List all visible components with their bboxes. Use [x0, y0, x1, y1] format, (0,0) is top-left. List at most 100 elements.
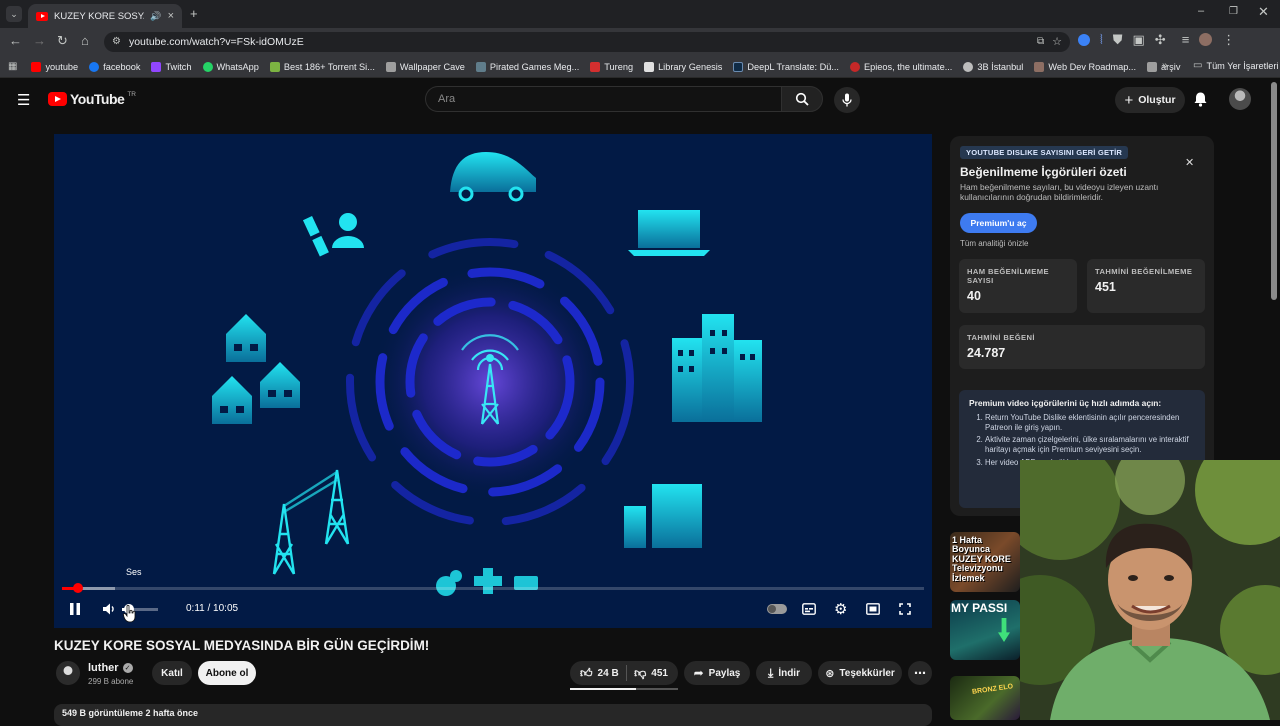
- home-icon[interactable]: ⌂: [81, 34, 89, 47]
- bookmark-item[interactable]: Wallpaper Cave: [385, 61, 465, 72]
- voice-search-button[interactable]: [834, 87, 860, 113]
- open-premium-button[interactable]: Premium'u aç: [960, 213, 1037, 233]
- shield-icon[interactable]: ⛊: [1113, 33, 1123, 46]
- site-info-icon[interactable]: ⚙: [112, 37, 121, 47]
- bookmark-label: 3B İstanbul: [977, 61, 1024, 72]
- tab-title: KUZEY KORE SOSYAL MEDY: [54, 10, 144, 22]
- address-bar[interactable]: ⚙ youtube.com/watch?v=FSk-idOMUzE ⧉ ☆: [104, 32, 1070, 52]
- bookmark-favicon-icon: [644, 61, 655, 72]
- settings-gear-icon[interactable]: ⚙: [834, 600, 847, 618]
- account-avatar[interactable]: [1229, 88, 1251, 110]
- kebab-menu-icon[interactable]: ⋮: [1222, 33, 1235, 46]
- search-input[interactable]: [436, 92, 781, 106]
- steps-title: Premium video içgörülerini üç hızlı adım…: [969, 398, 1162, 408]
- share-button[interactable]: ➦ Paylaş: [684, 661, 750, 685]
- back-icon[interactable]: ←: [9, 34, 22, 47]
- logo-text: YouTube: [70, 91, 125, 107]
- recommended-thumbnail[interactable]: MY PASSI: [950, 600, 1020, 660]
- bookmark-item[interactable]: Web Dev Roadmap...: [1034, 61, 1136, 72]
- autoplay-toggle[interactable]: [767, 604, 787, 614]
- apps-grid-icon[interactable]: ▦: [8, 61, 17, 72]
- url-text[interactable]: youtube.com/watch?v=FSk-idOMUzE: [129, 36, 1029, 48]
- pause-icon[interactable]: [69, 602, 81, 616]
- bookmark-item[interactable]: Best 186+ Torrent Si...: [269, 61, 375, 72]
- bookmark-item[interactable]: DeepL Translate: Dü...: [733, 61, 839, 72]
- close-window-icon[interactable]: ✕: [1258, 5, 1269, 18]
- search-icon: [795, 92, 809, 106]
- bookmark-label: Tureng: [604, 61, 634, 72]
- bookmark-item[interactable]: 3B İstanbul: [963, 61, 1024, 72]
- youtube-logo[interactable]: YouTube TR: [48, 91, 136, 107]
- channel-name-row[interactable]: luther ✓: [88, 662, 133, 674]
- download-icon: ⤓: [768, 665, 774, 680]
- join-button[interactable]: Katıl: [152, 661, 192, 685]
- bookmark-star-icon[interactable]: ☆: [1052, 36, 1062, 48]
- bookmark-item[interactable]: Epieos, the ultimate...: [850, 61, 952, 72]
- thumbnail-text: BRONZ ELO: [971, 683, 1014, 696]
- search-box[interactable]: [425, 86, 781, 112]
- extension-icon[interactable]: ▣: [1132, 33, 1144, 46]
- hamburger-menu-icon[interactable]: ☰: [17, 91, 30, 109]
- volume-icon[interactable]: [102, 602, 116, 616]
- captions-icon[interactable]: [802, 603, 816, 615]
- subscribe-button[interactable]: Abone ol: [198, 661, 256, 685]
- page-scrollbar[interactable]: [1271, 82, 1277, 300]
- extension-icon[interactable]: ⦚: [1100, 33, 1103, 46]
- bookmark-item[interactable]: Library Genesis: [644, 61, 723, 72]
- tab-youtube[interactable]: KUZEY KORE SOSYAL MEDY 🔊 ×: [28, 4, 182, 28]
- fullscreen-icon[interactable]: [899, 603, 911, 615]
- bookmark-item[interactable]: Tureng: [590, 61, 634, 72]
- reload-icon[interactable]: ↻: [57, 34, 68, 47]
- extension-icon[interactable]: [1078, 33, 1090, 46]
- bookmarks-bar: ▦ youtube facebook Twitch WhatsApp Best …: [0, 56, 1280, 78]
- search-button[interactable]: [781, 86, 823, 112]
- bookmark-item[interactable]: youtube: [31, 61, 78, 72]
- thanks-button[interactable]: ⊛ Teşekkürler: [818, 661, 902, 685]
- channel-name[interactable]: luther: [88, 662, 119, 674]
- audio-playing-icon[interactable]: 🔊: [150, 11, 161, 21]
- bookmark-favicon-icon: [733, 61, 744, 72]
- like-button[interactable]: 👍︎ 24 B: [580, 666, 619, 681]
- description-box[interactable]: 549 B görüntüleme 2 hafta önce: [54, 704, 932, 726]
- channel-avatar[interactable]: [56, 661, 80, 685]
- cast-icon[interactable]: ⧉: [1037, 37, 1044, 47]
- bookmark-item[interactable]: facebook: [89, 61, 140, 72]
- recommended-thumbnail[interactable]: 1 Hafta Boyunca KUZEY KORE Televizyonu İ…: [950, 532, 1020, 592]
- all-bookmarks-folder[interactable]: ▭ Tüm Yer İşaretleri: [1193, 61, 1278, 72]
- maximize-icon[interactable]: ❐: [1229, 7, 1238, 17]
- more-actions-button[interactable]: ⋯: [908, 661, 932, 685]
- profile-avatar[interactable]: [1199, 33, 1213, 46]
- verified-check-icon: ✓: [122, 663, 133, 673]
- new-tab-icon[interactable]: +: [190, 7, 198, 20]
- bookmark-label: Library Genesis: [658, 61, 723, 72]
- bookmarks-overflow-icon[interactable]: »: [1162, 61, 1168, 71]
- minimize-icon[interactable]: –: [1198, 6, 1204, 17]
- close-icon[interactable]: ✕: [1185, 156, 1194, 169]
- bookmark-favicon-icon: [1147, 61, 1158, 72]
- bookmark-favicon-icon: [850, 61, 860, 72]
- stat-value: 451: [1095, 280, 1116, 295]
- close-tab-icon[interactable]: ×: [168, 10, 174, 22]
- like-count: 24 B: [597, 667, 619, 679]
- reading-list-icon[interactable]: ≡: [1182, 33, 1190, 46]
- panel-description: Ham beğenilmeme sayıları, bu videoyu izl…: [960, 182, 1159, 203]
- thumbnail-text: MY PASSI: [951, 601, 1008, 615]
- create-button[interactable]: + Oluştur: [1115, 87, 1185, 113]
- forward-icon[interactable]: →: [33, 34, 46, 47]
- like-ratio-fill: [570, 688, 636, 690]
- bookmark-item[interactable]: WhatsApp: [202, 61, 259, 72]
- progress-scrubber[interactable]: [72, 583, 83, 593]
- download-button[interactable]: ⤓ İndir: [756, 661, 812, 685]
- theater-mode-icon[interactable]: [866, 603, 880, 615]
- notifications-bell-icon[interactable]: [1193, 91, 1208, 107]
- dislike-count: 451: [651, 667, 668, 679]
- video-player[interactable]: [54, 134, 932, 628]
- bookmark-item[interactable]: Twitch: [151, 61, 192, 72]
- share-arrow-icon: ➦: [693, 666, 704, 680]
- dislike-button[interactable]: 👎︎ 451: [634, 666, 668, 681]
- progress-bar[interactable]: [62, 587, 924, 590]
- bookmark-item[interactable]: Pirated Games Meg...: [475, 61, 579, 72]
- recommended-thumbnail[interactable]: BRONZ ELO: [950, 676, 1020, 720]
- puzzle-icon[interactable]: ✣: [1155, 33, 1166, 46]
- tab-search-button[interactable]: ⌄: [6, 6, 22, 22]
